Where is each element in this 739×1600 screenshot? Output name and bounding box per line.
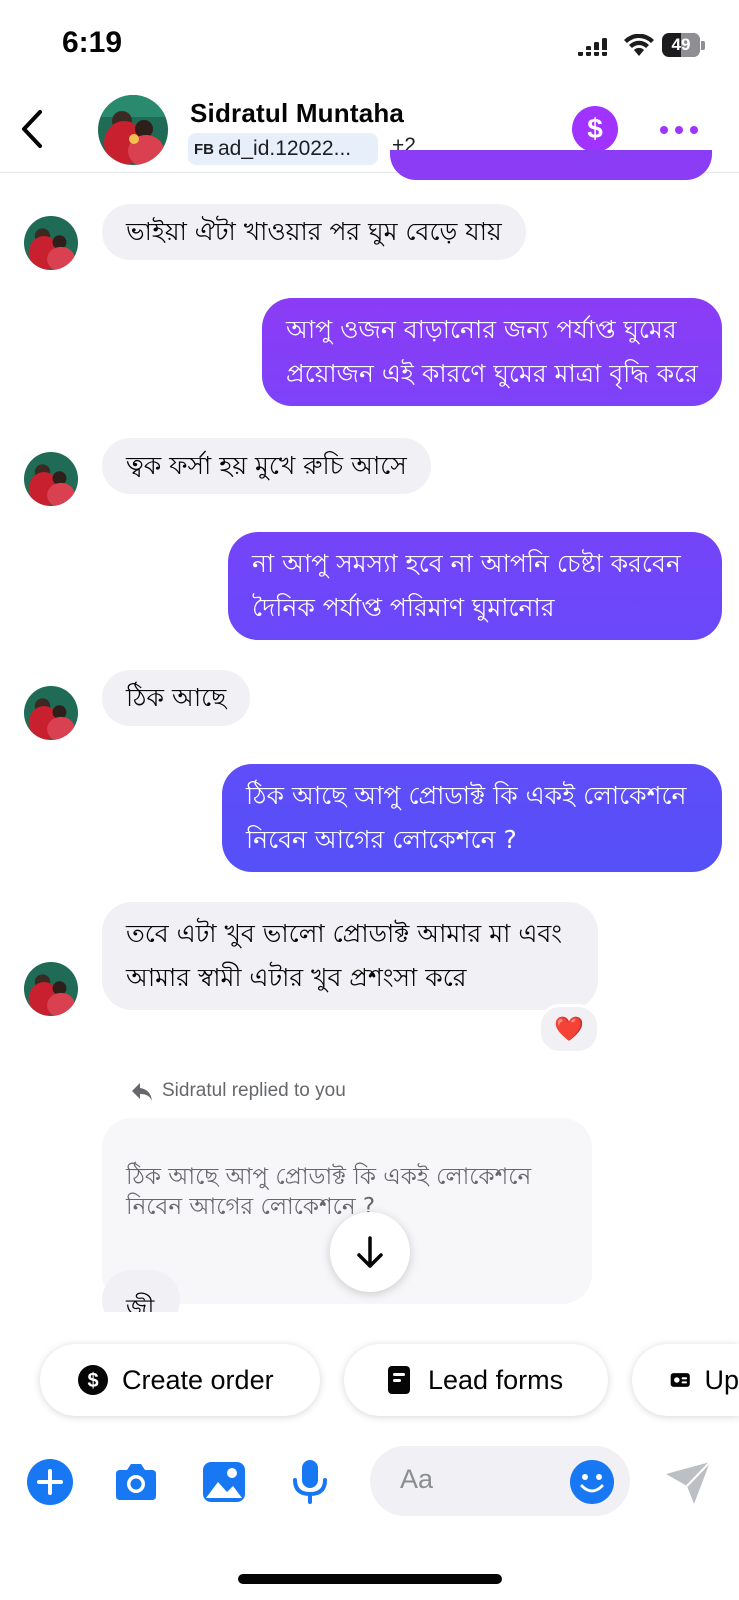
fb-label: FB xyxy=(194,140,214,158)
message-input-placeholder: Aa xyxy=(400,1464,434,1494)
sender-avatar[interactable] xyxy=(24,452,78,506)
back-icon[interactable] xyxy=(18,108,48,150)
create-order-button[interactable]: $ Create order xyxy=(40,1344,320,1416)
ad-id-text: ad_id.12022... xyxy=(218,137,352,160)
quoted-message-text: ঠিক আছে আপু প্রোডাক্ট কি একই লোকেশনে নিব… xyxy=(126,1164,532,1220)
sender-avatar[interactable] xyxy=(24,686,78,740)
incoming-message[interactable]: ভাইয়া ঐটা খাওয়ার পর ঘুম বেড়ে যায় xyxy=(102,204,526,260)
dollar-circle-icon: $ xyxy=(78,1365,108,1395)
contact-avatar[interactable] xyxy=(98,95,168,165)
form-icon xyxy=(388,1366,410,1394)
sender-avatar[interactable] xyxy=(24,216,78,270)
reply-arrow-icon xyxy=(132,1083,152,1101)
emoji-icon[interactable] xyxy=(570,1460,614,1504)
outgoing-message[interactable]: ঠিক আছে আপু প্রোডাক্ট কি একই লোকেশনে নিব… xyxy=(222,764,722,872)
reply-label: Sidratul replied to you xyxy=(162,1080,346,1101)
incoming-message[interactable]: ঠিক আছে xyxy=(102,670,251,726)
lead-forms-button[interactable]: Lead forms xyxy=(344,1344,608,1416)
arrow-down-icon xyxy=(357,1236,383,1268)
id-card-icon xyxy=(670,1373,690,1387)
wifi-icon xyxy=(624,34,654,56)
previous-message-sliver xyxy=(390,150,712,180)
contact-name[interactable]: Sidratul Muntaha xyxy=(190,98,404,129)
gallery-icon[interactable] xyxy=(200,1458,248,1506)
send-icon[interactable] xyxy=(664,1460,712,1506)
cellular-signal-icon xyxy=(578,38,607,56)
more-options-icon[interactable] xyxy=(660,112,700,146)
scroll-to-bottom-button[interactable] xyxy=(330,1212,410,1292)
plus-icon[interactable] xyxy=(26,1458,74,1506)
camera-icon[interactable] xyxy=(112,1458,160,1506)
home-indicator xyxy=(238,1574,502,1584)
status-time: 6:19 xyxy=(62,26,123,59)
battery-icon: 49 xyxy=(662,33,706,59)
heart-reaction[interactable]: ❤️ xyxy=(538,1004,600,1054)
payment-button[interactable]: $ xyxy=(572,106,618,152)
microphone-icon[interactable] xyxy=(286,1458,334,1506)
outgoing-message[interactable]: আপু ওজন বাড়ানোর জন্য পর্যাপ্ত ঘুমের প্র… xyxy=(262,298,722,406)
ad-id-tag[interactable]: FB ad_id.12022... xyxy=(188,133,378,165)
update-chip-button[interactable]: Up xyxy=(632,1344,739,1416)
sender-avatar[interactable] xyxy=(24,962,78,1016)
outgoing-message[interactable]: না আপু সমস্যা হবে না আপনি চেষ্টা করবেন দ… xyxy=(228,532,722,640)
incoming-message[interactable]: ত্বক ফর্সা হয় মুখে রুচি আসে xyxy=(102,438,431,494)
battery-level: 49 xyxy=(671,35,691,54)
svg-text:$: $ xyxy=(87,1370,98,1392)
incoming-message[interactable]: তবে এটা খুব ভালো প্রোডাক্ট আমার মা এবং আ… xyxy=(102,902,598,1010)
